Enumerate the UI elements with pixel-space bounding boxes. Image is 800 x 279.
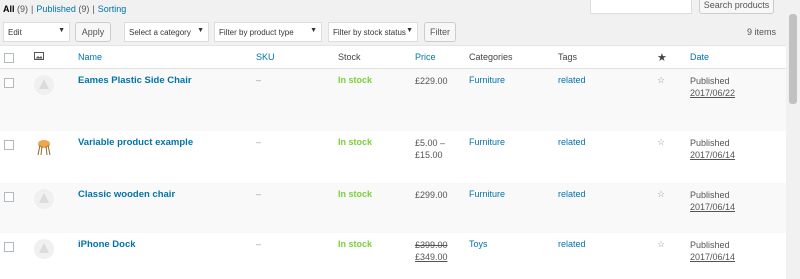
sort-sku-link[interactable]: SKU <box>256 52 275 62</box>
product-thumbnail[interactable] <box>34 75 54 95</box>
sku-cell: – <box>256 136 262 147</box>
product-thumbnail[interactable] <box>34 188 54 209</box>
tablenav-top: Edit ▼ Apply Select a category ▼ Filter by… <box>0 22 800 42</box>
star-outline-icon[interactable]: ☆ <box>653 68 686 131</box>
tag-link[interactable]: related <box>558 137 586 147</box>
date-column-header[interactable]: Date <box>686 45 786 69</box>
tag-link[interactable]: related <box>558 75 586 85</box>
stock-status-select[interactable]: Filter by stock status ▼ <box>328 22 418 42</box>
image-icon <box>34 52 44 60</box>
product-name-link[interactable]: Classic wooden chair <box>78 189 175 200</box>
featured-column-header[interactable]: ★ <box>653 45 686 69</box>
filter-button[interactable]: Filter <box>424 22 456 42</box>
price-cell: £299.00 <box>411 182 465 233</box>
bulk-action-value: Edit <box>8 28 22 37</box>
apply-button[interactable]: Apply <box>75 22 111 42</box>
stock-status: In stock <box>334 68 411 131</box>
vertical-scrollbar[interactable] <box>787 0 800 274</box>
product-name-link[interactable]: Eames Plastic Side Chair <box>78 75 192 86</box>
separator: | <box>31 4 34 14</box>
search-products-button[interactable]: Search products <box>699 0 774 14</box>
product-type-select-value: Filter by product type <box>219 28 294 37</box>
filter-all-link[interactable]: All (9) <box>3 4 28 14</box>
date-cell: Published 2017/06/14 <box>690 239 736 262</box>
product-type-select[interactable]: Filter by product type ▼ <box>214 22 322 42</box>
product-name-link[interactable]: Variable product example <box>78 137 193 148</box>
separator: | <box>92 4 95 14</box>
category-link[interactable]: Toys <box>469 239 488 249</box>
chevron-down-icon: ▼ <box>58 27 65 34</box>
products-table: Name SKU Stock Price Categories Tags ★ D… <box>0 45 786 279</box>
chevron-down-icon: ▼ <box>197 27 204 34</box>
scrollbar-thumb[interactable] <box>789 14 797 104</box>
stock-status: In stock <box>338 238 373 249</box>
filter-published-link[interactable]: Published (9) <box>36 4 89 14</box>
price-cell: £5.00 – £15.00 <box>415 137 446 160</box>
category-select-value: Select a category <box>129 28 191 37</box>
category-link[interactable]: Furniture <box>469 189 505 199</box>
sorting-link[interactable]: Sorting <box>98 4 127 14</box>
table-row: Variable product example – In stock £5.0… <box>0 131 786 183</box>
chevron-down-icon: ▼ <box>406 27 413 34</box>
price-cell: £229.00 <box>411 68 465 131</box>
tags-column-header: Tags <box>554 45 653 69</box>
sort-date-link[interactable]: Date <box>690 52 709 62</box>
row-checkbox[interactable] <box>4 139 14 150</box>
category-link[interactable]: Furniture <box>469 75 505 85</box>
sku-cell: – <box>252 68 334 131</box>
date-cell: Published 2017/06/14 <box>686 182 786 233</box>
sort-name-link[interactable]: Name <box>78 52 102 62</box>
chevron-down-icon: ▼ <box>310 27 317 34</box>
row-checkbox[interactable] <box>4 241 14 252</box>
row-checkbox[interactable] <box>4 191 14 202</box>
chair-thumbnail-icon[interactable] <box>34 136 54 157</box>
date-cell: Published 2017/06/22 <box>686 68 786 131</box>
sku-cell: – <box>252 182 334 233</box>
star-outline-icon[interactable]: ☆ <box>653 182 686 233</box>
product-thumbnail[interactable] <box>34 238 54 259</box>
items-count: 9 items <box>746 27 776 37</box>
category-select[interactable]: Select a category ▼ <box>124 22 209 42</box>
date-cell: Published 2017/06/14 <box>690 137 736 160</box>
sku-column-header[interactable]: SKU <box>252 45 334 69</box>
name-column-header[interactable]: Name <box>74 45 252 69</box>
table-row: Classic wooden chair – In stock £299.00 … <box>0 182 786 233</box>
row-checkbox[interactable] <box>4 78 14 88</box>
tag-link[interactable]: related <box>558 239 586 249</box>
categories-column-header: Categories <box>465 45 554 69</box>
stock-status: In stock <box>338 136 373 147</box>
select-all-checkbox[interactable] <box>4 52 14 63</box>
price-cell: £399.00 £349.00 <box>415 239 448 262</box>
star-outline-icon[interactable]: ☆ <box>653 233 686 279</box>
category-link[interactable]: Furniture <box>469 137 505 147</box>
table-header-row: Name SKU Stock Price Categories Tags ★ D… <box>0 45 786 69</box>
status-filter-links: All (9) | Published (9) | Sorting <box>3 4 126 14</box>
stock-status-select-value: Filter by stock status <box>333 28 406 37</box>
star-outline-icon[interactable]: ☆ <box>653 131 686 183</box>
select-all-cell <box>0 45 30 69</box>
bulk-actions-select[interactable]: Edit ▼ <box>3 22 70 42</box>
thumb-column-header <box>30 45 74 69</box>
table-row: iPhone Dock – In stock £399.00 £349.00 To… <box>0 233 786 279</box>
sku-cell: – <box>256 238 262 249</box>
price-column-header[interactable]: Price <box>411 45 465 69</box>
stock-column-header: Stock <box>334 45 411 69</box>
table-row: Eames Plastic Side Chair – In stock £229… <box>0 68 786 131</box>
product-name-link[interactable]: iPhone Dock <box>78 239 136 250</box>
search-input[interactable] <box>590 0 692 14</box>
sort-price-link[interactable]: Price <box>415 52 436 62</box>
stock-status: In stock <box>334 182 411 233</box>
tag-link[interactable]: related <box>558 189 586 199</box>
